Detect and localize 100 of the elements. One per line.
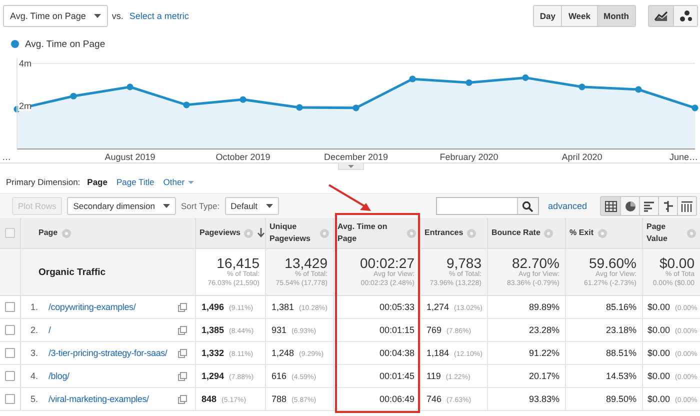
down-arrow-icon[interactable] — [257, 228, 266, 238]
total-value: 59.60% — [588, 255, 636, 272]
select-metric-link[interactable]: Select a metric — [129, 11, 189, 21]
dimension-option[interactable]: Page Title — [116, 177, 154, 187]
column-header[interactable]: Avg. Time on Page — [333, 218, 420, 248]
column-header[interactable]: Page Value — [642, 218, 700, 248]
caret-icon — [188, 180, 194, 184]
caret-icon — [266, 204, 273, 208]
bubble-chart-button[interactable] — [673, 6, 697, 26]
page-link[interactable]: /blog/ — [48, 371, 70, 381]
total-value: 13,429 — [284, 255, 328, 272]
y-axis-label: 2m — [19, 101, 32, 112]
column-header[interactable]: Unique Pageviews — [265, 218, 333, 248]
x-axis-label: August 2019 — [104, 152, 156, 162]
bar-list-icon — [644, 200, 654, 212]
secondary-dimension-dropdown[interactable]: Secondary dimension — [67, 197, 176, 215]
copy-icon[interactable] — [178, 394, 186, 404]
total-value: 00:02:27 — [359, 255, 414, 272]
x-axis-label: April 2020 — [562, 152, 602, 162]
table-cell: 1,385 — [202, 325, 224, 335]
help-icon — [320, 228, 328, 238]
table-cell: 00:01:15 — [379, 325, 414, 335]
total-value: $0.00 — [658, 255, 694, 272]
x-axis-label: December 2019 — [324, 152, 388, 162]
data-point — [466, 79, 472, 86]
row-number: 2. — [30, 325, 40, 335]
table-cell: 00:04:38 — [379, 348, 414, 358]
copy-icon[interactable] — [178, 326, 186, 334]
data-point — [635, 86, 642, 93]
table-cell: 1,294 — [202, 371, 224, 381]
page-link[interactable]: / — [48, 325, 51, 335]
data-point — [70, 92, 77, 100]
data-point — [578, 84, 586, 90]
sort-type-label: Sort Type: — [181, 201, 220, 211]
vs-label: vs. — [112, 11, 124, 21]
totals-label: Organic Traffic — [38, 266, 106, 278]
table-cell: 88.51% — [606, 348, 636, 358]
table-cell: 23.28% — [528, 325, 560, 335]
copy-icon[interactable] — [178, 348, 186, 358]
x-axis-label: February 2020 — [440, 152, 498, 162]
pivot-icon — [681, 200, 693, 212]
sort-type-dropdown[interactable]: Default — [224, 197, 279, 215]
row-number: 1. — [30, 302, 40, 312]
table-cell: 616 — [272, 371, 287, 381]
table-cell: 1,496 — [202, 302, 224, 312]
search-icon — [522, 200, 534, 212]
metric-dropdown[interactable]: Avg. Time on Page — [3, 5, 108, 27]
data-point — [296, 104, 303, 111]
select-all-checkbox[interactable] — [4, 228, 15, 238]
line-chart-button[interactable] — [649, 6, 673, 26]
row-number: 4. — [30, 371, 40, 381]
copy-icon[interactable] — [178, 302, 186, 312]
row-checkbox[interactable] — [4, 394, 15, 404]
column-header[interactable]: Pageviews — [195, 218, 265, 248]
dimension-option[interactable]: Page — [87, 177, 108, 187]
page-link[interactable]: /3-tier-pricing-strategy-for-saas/ — [48, 348, 168, 358]
period-button[interactable]: Day — [534, 6, 562, 26]
copy-icon[interactable] — [178, 372, 186, 380]
help-icon — [244, 228, 254, 238]
help-icon — [62, 228, 71, 238]
table-cell: 788 — [272, 394, 287, 404]
table-cell: $0.00 — [648, 302, 670, 312]
table-cell: 1,332 — [202, 348, 224, 358]
column-header[interactable]: Page — [20, 218, 195, 248]
row-checkbox[interactable] — [4, 302, 15, 312]
search-field[interactable] — [436, 197, 539, 215]
table-cell: 1,248 — [272, 348, 294, 358]
caret-icon — [163, 204, 170, 208]
page-link[interactable]: /viral-marketing-examples/ — [48, 394, 149, 404]
collapse-tab[interactable] — [338, 163, 364, 170]
column-header[interactable]: % Exit — [565, 218, 642, 248]
pivot-view-button[interactable] — [677, 197, 696, 215]
period-button[interactable]: Month — [596, 6, 635, 26]
period-button[interactable]: Week — [561, 6, 596, 26]
row-checkbox[interactable] — [4, 371, 15, 382]
row-number: 3. — [30, 348, 40, 358]
table-cell: 931 — [272, 325, 287, 335]
y-axis-label: 4m — [19, 58, 32, 68]
total-value: 82.70% — [511, 255, 560, 272]
advanced-link[interactable]: advanced — [548, 201, 587, 211]
column-header[interactable]: Bounce Rate — [487, 218, 565, 248]
row-checkbox[interactable] — [4, 348, 15, 358]
data-point — [126, 84, 134, 90]
total-value: 16,415 — [216, 255, 260, 272]
data-point — [409, 76, 416, 82]
dimension-option[interactable]: Other — [163, 177, 194, 187]
comparison-icon — [663, 200, 673, 212]
table-cell: 00:01:45 — [379, 371, 414, 381]
column-header[interactable]: Entrances — [420, 218, 487, 248]
help-icon — [598, 228, 607, 238]
table-cell: 746 — [426, 394, 442, 404]
table-cell: 848 — [202, 394, 217, 404]
table-view-button[interactable] — [601, 197, 620, 215]
pie-chart-icon — [624, 200, 636, 212]
page-link[interactable]: /copywriting-examples/ — [48, 302, 136, 312]
row-checkbox[interactable] — [4, 325, 15, 336]
table-cell: 1,184 — [426, 348, 450, 358]
data-point — [692, 104, 698, 112]
total-value: 9,783 — [445, 255, 482, 272]
table-cell: 85.16% — [606, 302, 636, 312]
